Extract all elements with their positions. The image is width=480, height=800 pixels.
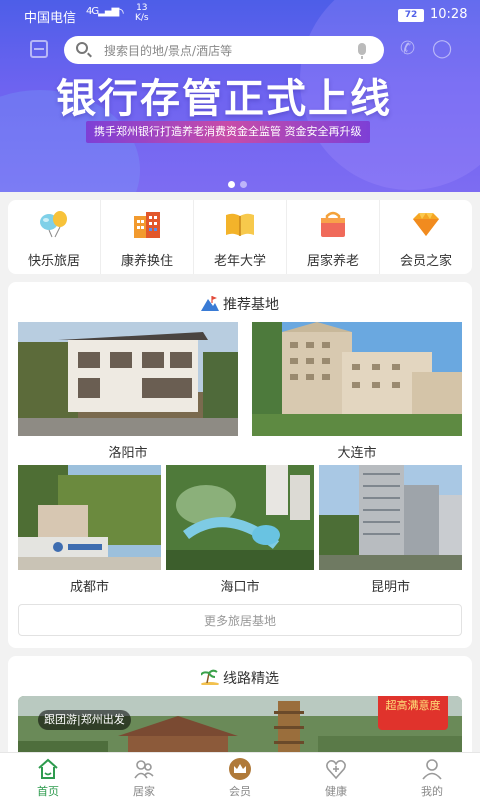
category-senior-university[interactable]: 老年大学 (194, 200, 287, 274)
category-grid: 快乐旅居 康养换住 老年大学 居家养老 会员之家 (8, 200, 472, 274)
category-wellness-swap[interactable]: 康养换住 (101, 200, 194, 274)
city-photo-luoyang[interactable] (18, 322, 238, 436)
city-name[interactable]: 洛阳市 (18, 442, 238, 461)
search-row: 搜索目的地/景点/酒店等 ✆ ◯ (0, 34, 480, 64)
tab-home-care[interactable]: 居家 (96, 753, 192, 800)
crown-icon (229, 758, 251, 780)
tab-label: 健康 (325, 785, 347, 798)
carousel-dot[interactable] (240, 181, 247, 188)
tab-label: 会员 (229, 785, 251, 798)
villa-image (18, 322, 238, 436)
aerial-resort-image (166, 465, 314, 570)
city-photo-chengdu[interactable] (18, 465, 161, 570)
route-tag: 跟团游|郑州出发 (38, 710, 131, 730)
tab-label: 我的 (421, 785, 443, 798)
city-name[interactable]: 成都市 (18, 576, 161, 595)
category-label: 老年大学 (213, 254, 266, 269)
bottom-tab-bar: 首页 居家 会员 健康 我的 (0, 752, 480, 800)
chat-icon[interactable]: ◯ (432, 38, 452, 59)
banner-subtitle: 携手郑州银行打造养老消费资金全监管 资金安全再升级 (86, 121, 370, 143)
tab-member[interactable]: 会员 (192, 753, 288, 800)
mountain-flag-icon (201, 296, 219, 311)
building-icon (134, 212, 160, 238)
user-icon (422, 759, 442, 780)
diamond-icon (413, 213, 439, 236)
search-placeholder: 搜索目的地/景点/酒店等 (104, 44, 233, 58)
tab-mine[interactable]: 我的 (384, 753, 480, 800)
shopping-bag-icon (321, 211, 345, 237)
city-name[interactable]: 昆明市 (319, 576, 462, 595)
category-member-home[interactable]: 会员之家 (380, 200, 472, 274)
phone-icon[interactable]: ✆ (400, 38, 415, 59)
wifi-icon: ◠ (113, 6, 125, 21)
resort-image (18, 465, 161, 570)
recommended-bases-section: 推荐基地 洛阳市 大连市 成都市 海口市 昆明市 更多旅居基地 (8, 282, 472, 648)
city-name[interactable]: 大连市 (252, 442, 462, 461)
section-title: 推荐基地 (8, 294, 472, 314)
battery-icon: 72 (398, 9, 424, 22)
book-icon (226, 213, 254, 236)
section-title-text: 推荐基地 (223, 297, 279, 313)
category-home-care[interactable]: 居家养老 (287, 200, 380, 274)
tower-image (319, 465, 462, 570)
search-input[interactable]: 搜索目的地/景点/酒店等 (64, 36, 384, 64)
satisfaction-badge: 超高满意度 (378, 696, 448, 730)
clock: 10:28 (430, 7, 468, 22)
balloon-icon (40, 211, 67, 238)
tab-home[interactable]: 首页 (0, 753, 96, 800)
app-screen: 中国电信 4G▂▄▆ ◠ 13 K/s 72 10:28 搜索目的地/景点/酒店等… (0, 0, 480, 800)
city-photo-haikou[interactable] (166, 465, 314, 570)
city-name[interactable]: 海口市 (166, 576, 314, 595)
section-title-text: 线路精选 (223, 671, 279, 687)
tab-label: 居家 (133, 785, 155, 798)
network-type: 4G (86, 6, 99, 17)
city-photo-kunming[interactable] (319, 465, 462, 570)
speed-unit: K/s (135, 13, 149, 23)
heart-plus-icon (326, 760, 346, 780)
category-label: 会员之家 (399, 254, 452, 269)
city-photo-dalian[interactable] (252, 322, 462, 436)
tab-label: 首页 (37, 785, 59, 798)
microphone-icon[interactable] (358, 43, 366, 59)
category-happy-travel[interactable]: 快乐旅居 (8, 200, 101, 274)
tab-health[interactable]: 健康 (288, 753, 384, 800)
banner-title: 银行存管正式上线 (56, 76, 392, 122)
more-bases-button[interactable]: 更多旅居基地 (18, 604, 462, 636)
apartment-image (252, 322, 462, 436)
search-icon (76, 42, 88, 54)
scan-icon[interactable] (30, 40, 48, 58)
home-icon (38, 758, 58, 779)
category-label: 康养换住 (120, 254, 173, 269)
carousel-dot[interactable] (228, 181, 235, 188)
promo-banner[interactable]: 中国电信 4G▂▄▆ ◠ 13 K/s 72 10:28 搜索目的地/景点/酒店等… (0, 0, 480, 192)
category-label: 快乐旅居 (27, 254, 80, 269)
network-speed: 13 K/s (135, 3, 149, 23)
status-bar: 中国电信 4G▂▄▆ ◠ 13 K/s 72 10:28 (0, 0, 480, 30)
category-label: 居家养老 (306, 254, 359, 269)
speed-value: 13 (136, 3, 148, 13)
section-title: 线路精选 (8, 668, 472, 688)
carrier-name: 中国电信 (24, 11, 77, 26)
beach-icon (201, 669, 219, 685)
family-icon (134, 760, 154, 779)
carousel-indicator (228, 173, 252, 192)
